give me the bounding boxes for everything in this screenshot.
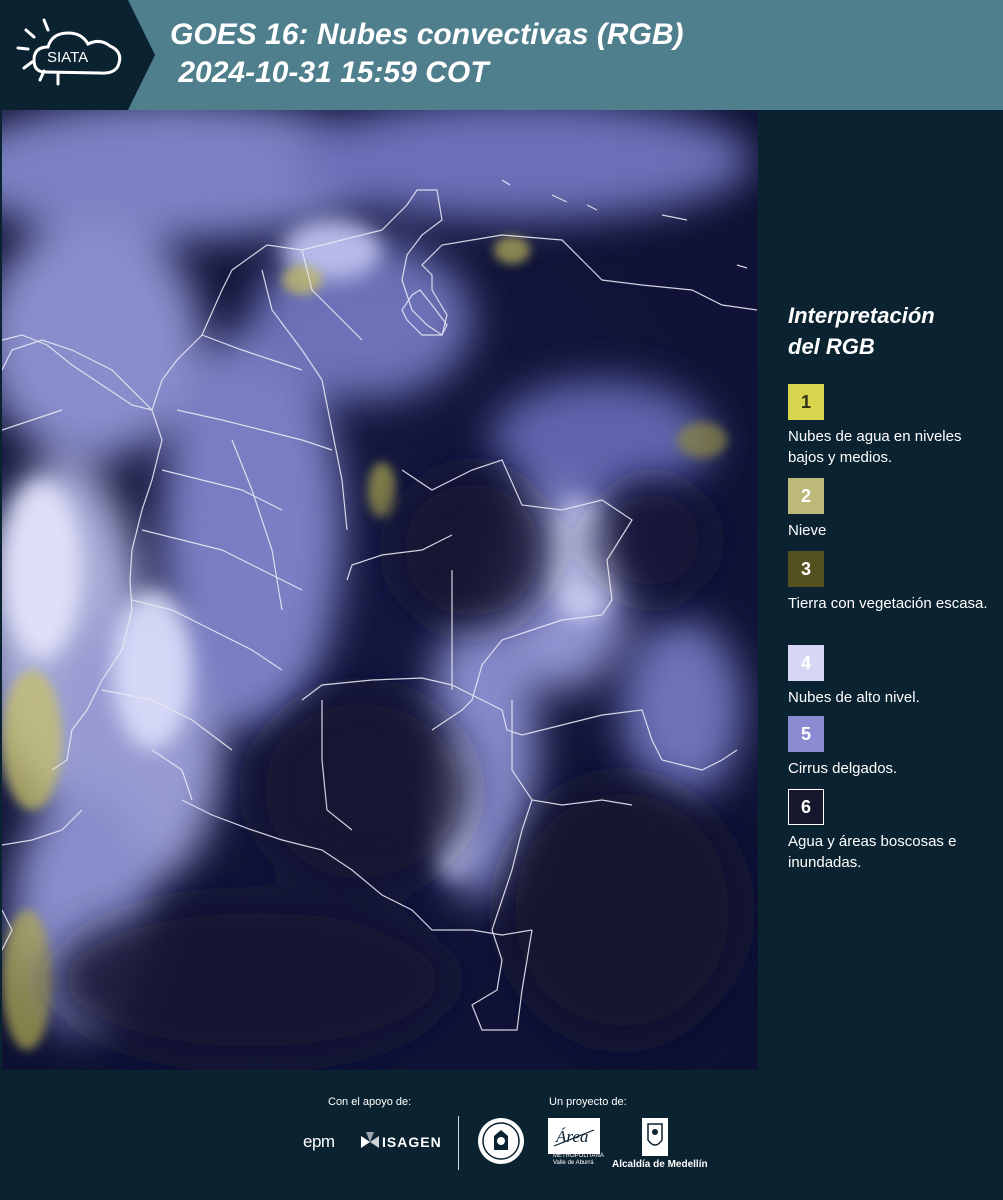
legend-swatch-4: 4 bbox=[788, 645, 824, 681]
legend-title-line-1: Interpretación bbox=[788, 303, 935, 328]
alcaldia-logo: Alcaldía de Medellín bbox=[612, 1159, 708, 1170]
title-line-1: GOES 16: Nubes convectivas (RGB) bbox=[170, 18, 684, 51]
legend-number-3: 3 bbox=[800, 558, 811, 579]
legend-item-4: 4 Nubes de alto nivel. bbox=[788, 645, 988, 708]
isagen-icon bbox=[359, 1132, 381, 1157]
area-sub-line-1: METROPOLITANA bbox=[553, 1153, 604, 1159]
medellin-seal-icon bbox=[476, 1116, 526, 1171]
siata-logo: SIATA bbox=[0, 0, 155, 110]
alcaldia-shield-icon bbox=[640, 1118, 670, 1161]
legend-number-4: 4 bbox=[800, 652, 811, 673]
project-label: Un proyecto de: bbox=[549, 1096, 627, 1108]
area-metropolitana-subtitle: METROPOLITANA Valle de Aburrá bbox=[553, 1153, 604, 1167]
legend-item-5: 5 Cirrus delgados. bbox=[788, 716, 988, 779]
legend-label-1: Nubes de agua en niveles bajos y medios. bbox=[788, 428, 962, 466]
legend-swatch-6: 6 bbox=[788, 789, 824, 825]
title-timestamp: 2024-10-31 15:59 COT bbox=[170, 56, 489, 89]
legend-number-6: 6 bbox=[800, 796, 811, 817]
legend: Interpretación del RGB bbox=[788, 300, 998, 362]
legend-label-4: Nubes de alto nivel. bbox=[788, 689, 920, 706]
legend-label-2: Nieve bbox=[788, 522, 827, 539]
legend-title: Interpretación del RGB bbox=[788, 300, 998, 362]
epm-logo: epm bbox=[303, 1132, 335, 1151]
legend-number-1: 1 bbox=[800, 391, 811, 412]
page-title: GOES 16: Nubes convectivas (RGB) 2024-10… bbox=[170, 16, 684, 92]
legend-swatch-5: 5 bbox=[788, 716, 824, 752]
legend-title-line-2: del RGB bbox=[788, 334, 875, 359]
legend-item-3: 3 Tierra con vegetación escasa. bbox=[788, 551, 988, 614]
isagen-logo: ISAGEN bbox=[382, 1134, 442, 1150]
footer: Con el apoyo de: Un proyecto de: epm ISA… bbox=[0, 1070, 1003, 1200]
legend-item-2: 2 Nieve bbox=[788, 478, 988, 541]
siata-logo-text: SIATA bbox=[47, 49, 88, 66]
legend-number-5: 5 bbox=[800, 723, 811, 744]
legend-swatch-1: 1 bbox=[788, 384, 824, 420]
header: SIATA GOES 16: Nubes convectivas (RGB) 2… bbox=[0, 0, 1003, 110]
satellite-image bbox=[2, 110, 758, 1070]
legend-swatch-3: 3 bbox=[788, 551, 824, 587]
legend-label-3: Tierra con vegetación escasa. bbox=[788, 595, 988, 612]
area-sub-line-2: Valle de Aburrá bbox=[553, 1160, 594, 1166]
legend-label-6: Agua y áreas boscosas e inundadas. bbox=[788, 833, 957, 871]
support-label: Con el apoyo de: bbox=[328, 1096, 412, 1108]
legend-swatch-2: 2 bbox=[788, 478, 824, 514]
legend-number-2: 2 bbox=[800, 485, 811, 506]
legend-item-1: 1 Nubes de agua en niveles bajos y medio… bbox=[788, 384, 988, 468]
legend-label-5: Cirrus delgados. bbox=[788, 760, 898, 777]
footer-divider bbox=[458, 1116, 459, 1170]
legend-item-6: 6 Agua y áreas boscosas e inundadas. bbox=[788, 789, 988, 873]
